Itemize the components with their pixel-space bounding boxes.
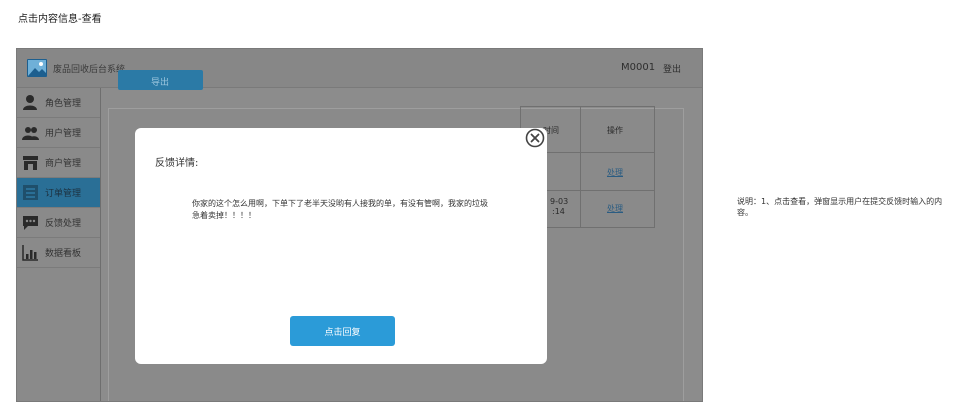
process-link[interactable]: 处理 xyxy=(607,167,623,178)
sidebar-item-label: 订单管理 xyxy=(45,189,82,199)
logout-link[interactable]: 登出 xyxy=(663,62,681,75)
column-header-action: 操作 xyxy=(607,126,623,135)
sidebar-item-merchants[interactable]: 商户管理 xyxy=(17,148,100,178)
sidebar-item-label: 用户管理 xyxy=(45,129,82,139)
sidebar-item-label: 数据看板 xyxy=(45,249,82,259)
user-id: M0001 xyxy=(621,62,656,73)
store-icon xyxy=(22,154,39,171)
logo-icon xyxy=(27,59,47,77)
sidebar-item-dashboard[interactable]: 数据看板 xyxy=(17,238,100,268)
reply-button[interactable]: 点击回复 xyxy=(290,316,395,346)
sidebar-item-roles[interactable]: 角色管理 xyxy=(17,88,100,118)
user-role-icon xyxy=(22,94,39,111)
users-icon xyxy=(22,124,39,141)
page-caption: 点击内容信息-查看 xyxy=(18,14,102,25)
order-list-icon xyxy=(22,184,39,201)
sidebar-item-label: 商户管理 xyxy=(45,159,82,169)
app-title: 废品回收后台系统 xyxy=(53,65,126,75)
chat-icon xyxy=(22,214,39,231)
table-cell-time: 9-03 xyxy=(550,197,569,206)
table-cell-time: :14 xyxy=(552,207,565,216)
sidebar: 角色管理 用户管理 商户管理 订单管理 反馈处理 数据看板 xyxy=(17,88,101,401)
close-icon[interactable] xyxy=(525,128,545,148)
sidebar-item-users[interactable]: 用户管理 xyxy=(17,118,100,148)
process-link[interactable]: 处理 xyxy=(607,203,623,214)
bar-chart-icon xyxy=(22,244,39,261)
export-button[interactable]: 导出 xyxy=(118,70,203,90)
modal-title: 反馈详情: xyxy=(155,158,199,169)
sidebar-item-orders[interactable]: 订单管理 xyxy=(17,178,100,208)
table-divider xyxy=(580,107,581,227)
sidebar-item-feedback[interactable]: 反馈处理 xyxy=(17,208,100,238)
sidebar-item-label: 角色管理 xyxy=(45,99,82,109)
sidebar-item-label: 反馈处理 xyxy=(45,219,82,229)
annotation-note: 说明：1、点击查看，弹窗显示用户在提交反馈时输入的内容。 xyxy=(737,197,943,217)
feedback-content: 你家的这个怎么用啊，下单下了老半天没哟有人接我的单，有没有管啊，我家的垃圾急着卖… xyxy=(192,199,488,220)
export-label: 导出 xyxy=(151,78,170,88)
